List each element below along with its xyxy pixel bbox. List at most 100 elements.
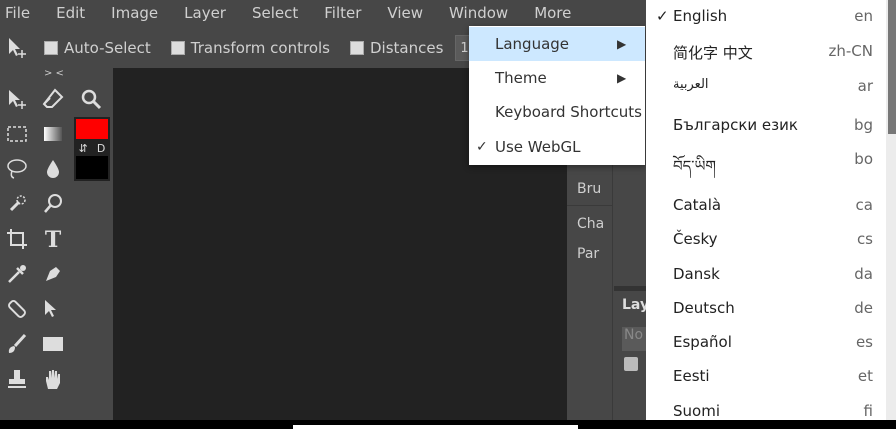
collapse-toolbox-button[interactable]: > < xyxy=(44,68,64,79)
language-item-en[interactable]: ✓ English en xyxy=(646,0,886,33)
foreground-color-swatch[interactable] xyxy=(74,117,110,141)
swap-colors-button[interactable]: ⇵ D xyxy=(74,141,110,155)
transform-controls-label: Transform controls xyxy=(190,39,330,57)
language-name: Deutsch xyxy=(673,299,735,317)
path-selection-tool-icon[interactable] xyxy=(38,294,68,324)
panel-divider xyxy=(567,205,612,206)
submenu-arrow-icon: ▶ xyxy=(617,37,627,51)
quick-selection-tool-icon[interactable] xyxy=(2,189,32,219)
rectangle-tool-icon[interactable] xyxy=(38,329,68,359)
language-item-fi[interactable]: Suomi fi xyxy=(646,394,886,420)
zoom-tool-icon[interactable] xyxy=(76,84,106,114)
blur-tool-icon[interactable] xyxy=(38,154,68,184)
brush-tool-icon[interactable] xyxy=(2,329,32,359)
language-item-bg[interactable]: Български език bg xyxy=(646,108,886,142)
more-menu-dropdown: Language ▶ Theme ▶ Keyboard Shortcuts ✓ … xyxy=(469,26,645,165)
bottom-bar xyxy=(0,420,896,429)
checkmark-icon: ✓ xyxy=(476,139,488,155)
menu-edit[interactable]: Edit xyxy=(51,4,85,22)
auto-select-option[interactable]: Auto-Select xyxy=(44,39,151,57)
menu-item-label: Keyboard Shortcuts xyxy=(495,103,642,121)
menu-window[interactable]: Window xyxy=(444,4,508,22)
menu-select[interactable]: Select xyxy=(247,4,298,22)
language-item-bo[interactable]: བོད་ཡིག bo xyxy=(646,142,886,176)
language-name: Česky xyxy=(673,230,718,248)
language-scrollbar-thumb[interactable] xyxy=(888,0,896,134)
svg-text:T: T xyxy=(45,227,62,251)
language-name: Eesti xyxy=(673,367,710,385)
gradient-tool-icon[interactable] xyxy=(38,119,68,149)
paragraph-panel-tab[interactable]: Par xyxy=(577,246,599,262)
language-name: العربية xyxy=(673,77,709,92)
menu-item-language[interactable]: Language ▶ xyxy=(469,27,645,61)
menu-file[interactable]: File xyxy=(0,4,30,22)
language-item-ar[interactable]: العربية ar xyxy=(646,69,886,103)
distances-option[interactable]: Distances xyxy=(350,39,443,57)
menu-item-theme[interactable]: Theme ▶ xyxy=(469,61,645,95)
pen-tool-icon[interactable] xyxy=(38,259,68,289)
brush-panel-tab[interactable]: Bru xyxy=(577,181,601,197)
language-item-cs[interactable]: Česky cs xyxy=(646,222,886,256)
swap-icon[interactable]: ⇵ xyxy=(79,142,88,155)
toolbox: > < ⇵ D T xyxy=(0,68,113,420)
menu-more[interactable]: More xyxy=(529,4,571,22)
language-item-da[interactable]: Dansk da xyxy=(646,257,886,291)
crop-tool-icon[interactable] xyxy=(2,224,32,254)
language-code: fi xyxy=(863,402,873,420)
language-name: Suomi xyxy=(673,402,720,420)
language-code: bo xyxy=(854,150,873,168)
eyedropper-tool-icon[interactable] xyxy=(2,259,32,289)
language-name: Català xyxy=(673,196,722,214)
language-code: zh-CN xyxy=(828,42,874,60)
default-colors-button[interactable]: D xyxy=(97,142,105,155)
bottom-indicator xyxy=(293,425,578,429)
language-item-et[interactable]: Eesti et xyxy=(646,359,886,393)
language-name: English xyxy=(673,7,728,25)
lock-icon[interactable] xyxy=(624,357,638,371)
text-tool-icon[interactable]: T xyxy=(38,224,68,254)
menu-item-keyboard-shortcuts[interactable]: Keyboard Shortcuts xyxy=(469,95,645,129)
language-name: Български език xyxy=(673,116,798,134)
language-item-de[interactable]: Deutsch de xyxy=(646,291,886,325)
distances-label: Distances xyxy=(370,39,444,57)
hand-tool-icon[interactable] xyxy=(38,364,68,394)
menu-view[interactable]: View xyxy=(382,4,423,22)
menu-item-label: Use WebGL xyxy=(495,138,581,156)
background-color-swatch[interactable] xyxy=(74,154,110,181)
menu-layer[interactable]: Layer xyxy=(179,4,226,22)
marquee-tool-icon[interactable] xyxy=(2,119,32,149)
transform-controls-checkbox[interactable] xyxy=(170,41,185,55)
lasso-tool-icon[interactable] xyxy=(2,154,32,184)
language-code: ca xyxy=(855,196,873,214)
healing-brush-tool-icon[interactable] xyxy=(2,294,32,324)
layers-panel: Lay No xyxy=(614,286,649,420)
checkmark-icon: ✓ xyxy=(656,7,669,25)
language-code: bg xyxy=(853,116,873,134)
move-tool-icon[interactable] xyxy=(2,84,32,114)
auto-select-checkbox[interactable] xyxy=(44,41,58,55)
clone-stamp-tool-icon[interactable] xyxy=(2,364,32,394)
eraser-tool-icon[interactable] xyxy=(38,84,68,114)
language-item-es[interactable]: Español es xyxy=(646,325,886,359)
distances-checkbox[interactable] xyxy=(350,41,364,55)
menu-filter[interactable]: Filter xyxy=(319,4,361,22)
blend-mode-select[interactable]: No xyxy=(622,327,648,351)
menu-item-use-webgl[interactable]: ✓ Use WebGL xyxy=(469,130,645,164)
language-name: བོད་ཡིག xyxy=(673,157,716,175)
auto-select-label: Auto-Select xyxy=(64,39,151,57)
move-tool-icon xyxy=(6,36,30,60)
menu-item-label: Theme xyxy=(495,69,547,87)
language-code: cs xyxy=(856,230,873,248)
language-code: da xyxy=(854,265,873,283)
submenu-arrow-icon: ▶ xyxy=(617,71,627,85)
language-code: es xyxy=(855,333,873,351)
transform-controls-option[interactable]: Transform controls xyxy=(170,39,330,57)
dodge-tool-icon[interactable] xyxy=(38,189,68,219)
language-item-ca[interactable]: Català ca xyxy=(646,188,886,222)
language-code: et xyxy=(857,367,873,385)
language-item-zh-cn[interactable]: 简化字 中文 zh-CN xyxy=(646,34,886,68)
menu-image[interactable]: Image xyxy=(106,4,158,22)
language-name: Español xyxy=(673,333,732,351)
language-code: en xyxy=(854,7,873,25)
character-panel-tab[interactable]: Cha xyxy=(577,216,604,232)
